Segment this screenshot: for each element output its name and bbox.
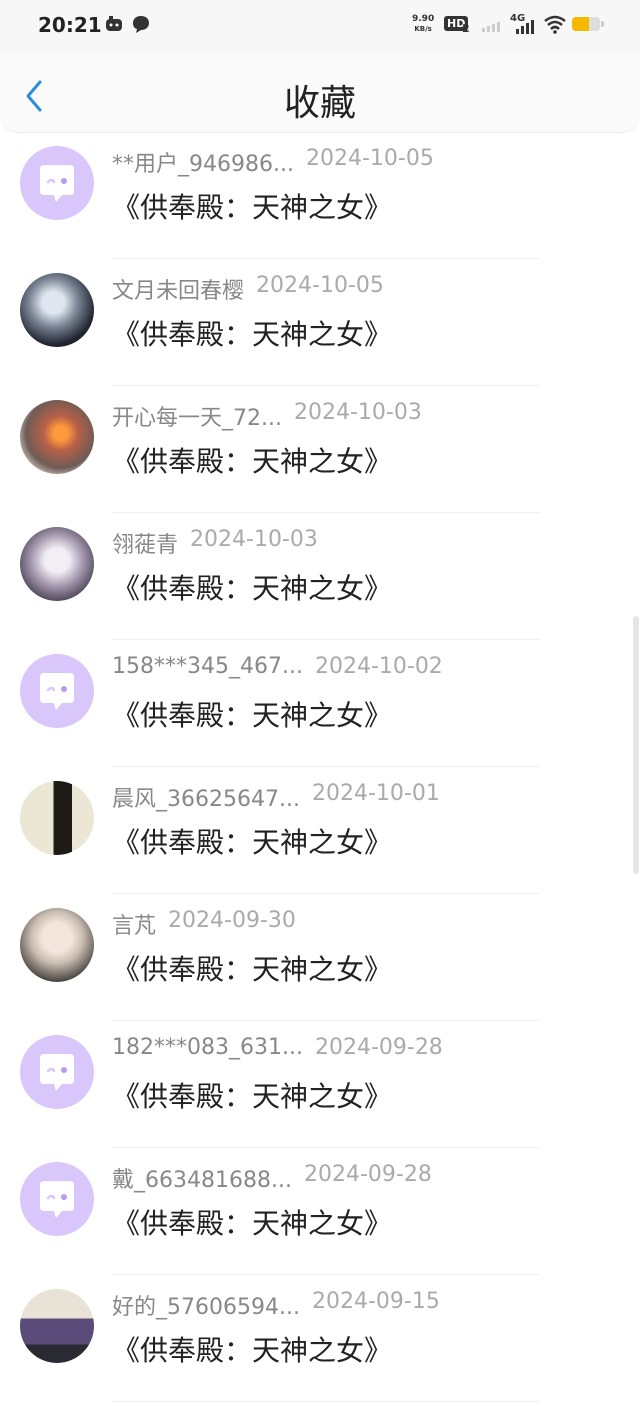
username: 晨风_36625647... [112, 787, 300, 812]
favorite-date: 2024-09-30 [168, 908, 296, 933]
status-bar: 20:21 9.90 KB/s HD 2 4G [0, 0, 640, 52]
favorite-date: 2024-10-03 [293, 400, 422, 425]
default-chat-avatar[interactable] [20, 1162, 94, 1236]
book-title[interactable]: 《供奉殿：天神之女》 [112, 694, 392, 734]
favorite-item[interactable]: 182***083_631... 2024-09-28 《供奉殿：天神之女》 [0, 1021, 640, 1148]
app-header: 收藏 [0, 52, 640, 133]
username: 言芃 [112, 914, 157, 939]
favorites-list: **用户_946986... 2024-10-05 《供奉殿：天神之女》 文月未回… [0, 132, 640, 1402]
username: 182***083_631... [112, 1035, 303, 1060]
favorite-date: 2024-10-01 [311, 781, 440, 806]
favorite-item[interactable]: 翎蓰青 2024-10-03 《供奉殿：天神之女》 [0, 513, 640, 640]
favorite-item[interactable]: 好的_57606594... 2024-09-15 《供奉殿：天神之女》 [0, 1275, 640, 1402]
book-title[interactable]: 《供奉殿：天神之女》 [112, 1202, 392, 1242]
scrollbar[interactable] [633, 616, 639, 874]
photo-avatar-calligraphy[interactable] [20, 781, 94, 855]
favorite-item[interactable]: 戴_663481688... 2024-09-28 《供奉殿：天神之女》 [0, 1148, 640, 1275]
network-speed-unit: KB/s [414, 25, 432, 33]
signal-strong-icon [516, 18, 534, 34]
photo-avatar-pale-girl[interactable] [20, 527, 94, 601]
book-title[interactable]: 《供奉殿：天神之女》 [112, 821, 392, 861]
book-title[interactable]: 《供奉殿：天神之女》 [112, 567, 392, 607]
username: **用户_946986... [112, 152, 294, 177]
page-title: 收藏 [283, 83, 356, 124]
battery-tip [601, 21, 604, 27]
favorite-item[interactable]: 晨风_36625647... 2024-10-01 《供奉殿：天神之女》 [0, 767, 640, 894]
favorite-date: 2024-10-02 [314, 654, 443, 679]
divider [112, 1401, 540, 1402]
item-meta: 158***345_467... 2024-10-02 [112, 654, 443, 684]
photo-avatar-orange-glow[interactable] [20, 400, 94, 474]
favorite-item[interactable]: 文月未回春樱 2024-10-05 《供奉殿：天神之女》 [0, 259, 640, 386]
item-meta: 言芃 2024-09-30 [112, 908, 296, 939]
photo-avatar-girl-hoodie[interactable] [20, 908, 94, 982]
username: 戴_663481688... [112, 1168, 292, 1193]
item-meta: 晨风_36625647... 2024-10-01 [112, 781, 440, 812]
game-controller-icon [106, 16, 122, 31]
book-title[interactable]: 《供奉殿：天神之女》 [112, 948, 392, 988]
favorite-item[interactable]: 言芃 2024-09-30 《供奉殿：天神之女》 [0, 894, 640, 1021]
default-chat-avatar[interactable] [20, 654, 94, 728]
network-speed: 9.90 KB/s [412, 14, 434, 34]
photo-avatar-purple-text[interactable] [20, 1289, 94, 1363]
favorite-item[interactable]: 开心每一天_72... 2024-10-03 《供奉殿：天神之女》 [0, 386, 640, 513]
favorite-date: 2024-10-03 [190, 527, 318, 552]
default-chat-avatar[interactable] [20, 1035, 94, 1109]
username: 开心每一天_72... [112, 406, 282, 431]
favorite-item[interactable]: 158***345_467... 2024-10-02 《供奉殿：天神之女》 [0, 640, 640, 767]
favorite-date: 2024-09-15 [311, 1289, 440, 1314]
item-meta: **用户_946986... 2024-10-05 [112, 146, 434, 177]
status-time: 20:21 [38, 13, 102, 37]
item-meta: 戴_663481688... 2024-09-28 [112, 1162, 432, 1193]
chat-face-icon [40, 673, 74, 710]
chat-face-icon [40, 1054, 74, 1091]
username: 文月未回春樱 [112, 279, 245, 304]
book-title[interactable]: 《供奉殿：天神之女》 [112, 1329, 392, 1369]
username: 好的_57606594... [112, 1295, 300, 1320]
wifi-icon [544, 15, 566, 34]
signal-weak-icon [482, 16, 500, 32]
book-title[interactable]: 《供奉殿：天神之女》 [112, 1075, 392, 1115]
photo-avatar-dark-anime[interactable] [20, 273, 94, 347]
favorite-date: 2024-09-28 [303, 1162, 432, 1187]
item-meta: 翎蓰青 2024-10-03 [112, 527, 318, 558]
favorite-item[interactable]: **用户_946986... 2024-10-05 《供奉殿：天神之女》 [0, 132, 640, 259]
default-chat-avatar[interactable] [20, 146, 94, 220]
chat-face-icon [40, 1181, 74, 1218]
item-meta: 开心每一天_72... 2024-10-03 [112, 400, 422, 431]
network-speed-value: 9.90 [412, 14, 435, 24]
favorite-date: 2024-10-05 [305, 146, 434, 171]
chat-face-icon [40, 165, 74, 202]
username: 翎蓰青 [112, 533, 179, 558]
book-title[interactable]: 《供奉殿：天神之女》 [112, 313, 392, 353]
battery-icon [572, 17, 600, 31]
favorite-date: 2024-10-05 [256, 273, 384, 298]
chat-bubble-icon [133, 16, 149, 33]
hd-sub: 2 [462, 22, 470, 35]
book-title[interactable]: 《供奉殿：天神之女》 [112, 186, 392, 226]
book-title[interactable]: 《供奉殿：天神之女》 [112, 440, 392, 480]
item-meta: 文月未回春樱 2024-10-05 [112, 273, 384, 304]
battery-level [572, 17, 589, 31]
username: 158***345_467... [112, 654, 303, 679]
item-meta: 182***083_631... 2024-09-28 [112, 1035, 443, 1065]
item-meta: 好的_57606594... 2024-09-15 [112, 1289, 440, 1320]
favorite-date: 2024-09-28 [314, 1035, 443, 1060]
